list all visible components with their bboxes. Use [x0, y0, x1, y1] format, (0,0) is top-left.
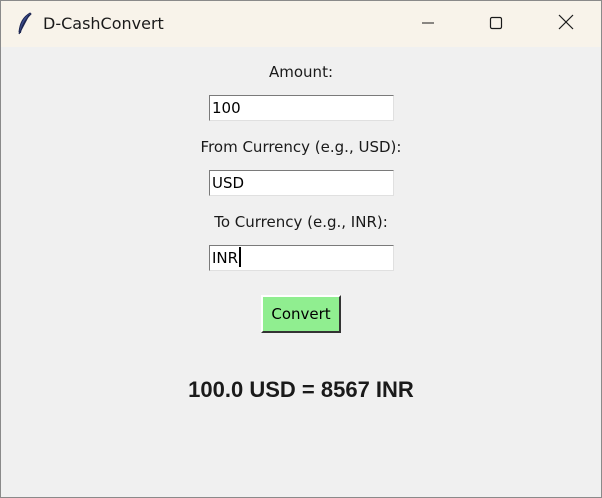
convert-button[interactable]: Convert — [261, 295, 341, 333]
close-button[interactable] — [531, 1, 601, 47]
to-currency-input[interactable] — [209, 245, 394, 271]
minimize-icon — [421, 15, 435, 34]
minimize-button[interactable] — [393, 1, 463, 47]
text-cursor — [239, 247, 241, 267]
feather-icon — [15, 12, 35, 36]
from-currency-input[interactable] — [209, 170, 394, 196]
amount-input[interactable] — [209, 95, 394, 121]
window-title: D-CashConvert — [43, 14, 164, 33]
main-content: Amount: From Currency (e.g., USD): To Cu… — [1, 47, 601, 497]
close-icon — [558, 14, 574, 34]
maximize-icon — [489, 15, 503, 34]
to-currency-label: To Currency (e.g., INR): — [214, 213, 388, 231]
app-window: D-CashConvert Amount: From Currency (e.g… — [0, 0, 602, 498]
title-bar[interactable]: D-CashConvert — [1, 1, 601, 47]
amount-label: Amount: — [269, 63, 333, 81]
maximize-button[interactable] — [461, 1, 531, 47]
conversion-result: 100.0 USD = 8567 INR — [188, 377, 414, 402]
from-currency-label: From Currency (e.g., USD): — [200, 138, 402, 156]
